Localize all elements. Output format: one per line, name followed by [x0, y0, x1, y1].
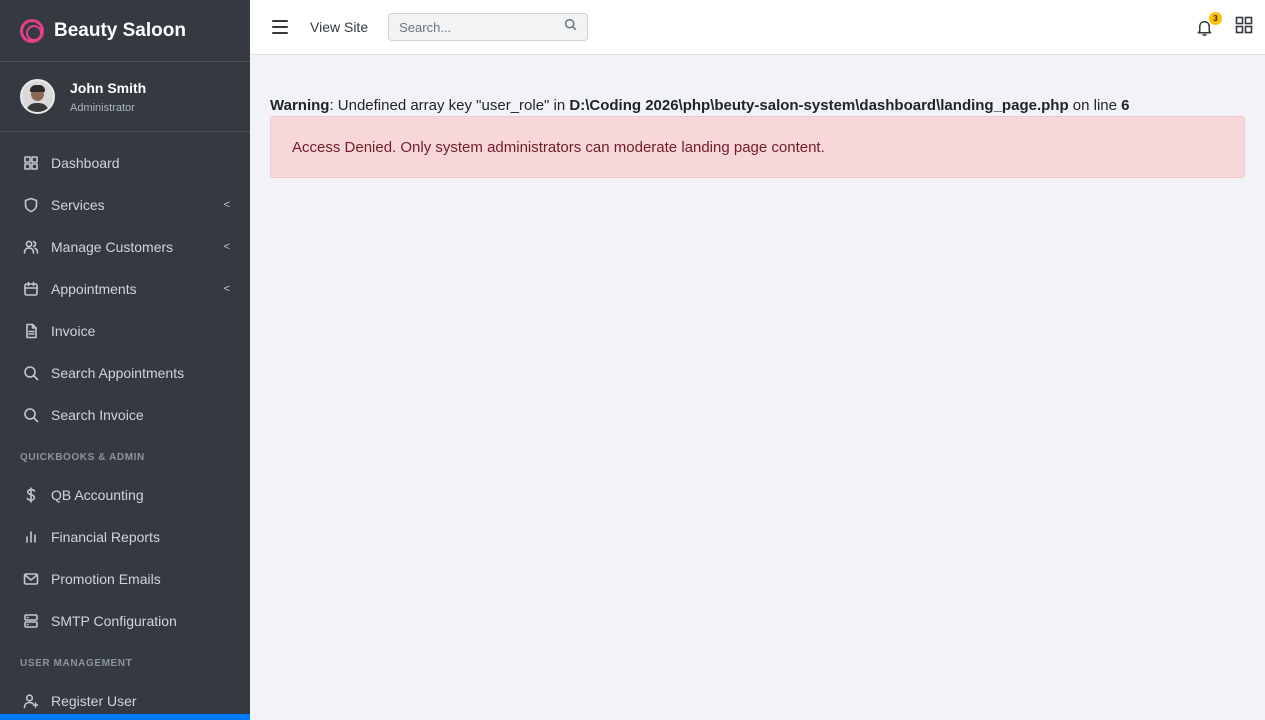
nav-section-header-user-management: USER MANAGEMENT	[20, 657, 133, 669]
search-icon	[23, 365, 39, 381]
sidebar-item-label: Search Invoice	[51, 407, 144, 423]
sidebar-item-label: Promotion Emails	[51, 571, 161, 587]
brand-name: Beauty Saloon	[54, 19, 186, 41]
sidebar-item-label: Register User	[51, 693, 137, 709]
brand-logo-icon	[20, 18, 44, 43]
sidebar-item-label: Search Appointments	[51, 365, 185, 381]
sidebar-item-label: Manage Customers	[51, 239, 174, 255]
apps-grid-icon[interactable]	[1235, 16, 1253, 39]
chevron-left-icon: <	[223, 241, 230, 253]
sidebar-item-label: Appointments	[51, 281, 137, 297]
file-icon	[23, 323, 39, 339]
sidebar-item-manage-customers[interactable]: Manage Customers <	[0, 226, 250, 268]
sidebar-nav: Dashboard Services < Manage Customers < …	[0, 132, 250, 720]
chevron-left-icon: <	[223, 283, 230, 295]
chevron-left-icon: <	[223, 199, 230, 211]
php-warning: Warning: Undefined array key "user_role"…	[270, 96, 1245, 116]
server-icon	[23, 613, 39, 629]
sidebar-item-label: Financial Reports	[51, 529, 160, 545]
sidebar-item-label: Services	[51, 197, 105, 213]
dollar-icon	[23, 487, 39, 503]
sidebar-item-qb-accounting[interactable]: QB Accounting	[0, 474, 250, 516]
avatar	[20, 79, 55, 114]
dashboard-icon	[23, 155, 39, 171]
notification-badge: 3	[1209, 11, 1222, 25]
topbar-right: 3	[1195, 0, 1253, 55]
active-nav-indicator	[0, 714, 250, 720]
user-role: Administrator	[70, 101, 135, 114]
warning-path: D:\Coding 2026\php\beuty-salon-system\da…	[569, 97, 1069, 114]
menu-toggle-icon[interactable]	[272, 20, 288, 34]
search-icon	[23, 407, 39, 423]
view-site-link[interactable]: View Site	[310, 19, 368, 35]
sidebar-item-label: SMTP Configuration	[51, 613, 177, 629]
brand[interactable]: Beauty Saloon	[0, 0, 250, 62]
bell-icon	[1195, 20, 1214, 41]
sidebar-item-dashboard[interactable]: Dashboard	[0, 142, 250, 184]
access-denied-alert: Access Denied. Only system administrator…	[270, 116, 1245, 178]
user-panel[interactable]: John Smith Administrator	[0, 62, 250, 132]
search-input[interactable]	[399, 19, 565, 35]
bar-chart-icon	[23, 529, 39, 545]
sidebar-item-search-appointments[interactable]: Search Appointments	[0, 352, 250, 394]
sidebar-item-label: Invoice	[51, 323, 96, 339]
user-add-icon	[23, 693, 39, 709]
sidebar-item-search-invoice[interactable]: Search Invoice	[0, 394, 250, 436]
notifications-button[interactable]: 3	[1195, 11, 1222, 41]
user-name: John Smith	[70, 79, 147, 96]
warning-line-number: 6	[1121, 97, 1130, 114]
search-icon[interactable]	[564, 18, 577, 36]
mail-icon	[23, 571, 39, 587]
user-info: John Smith Administrator	[70, 80, 146, 114]
topbar: View Site 3	[250, 0, 1265, 55]
sidebar-item-promotion-emails[interactable]: Promotion Emails	[0, 558, 250, 600]
sidebar: Beauty Saloon John Smith Administrator D…	[0, 0, 250, 720]
warning-text-line: on line	[1068, 97, 1122, 114]
sidebar-item-label: QB Accounting	[51, 487, 144, 503]
sidebar-item-appointments[interactable]: Appointments <	[0, 268, 250, 310]
sidebar-item-label: Dashboard	[51, 155, 120, 171]
alert-message: Access Denied. Only system administrator…	[292, 138, 825, 156]
nav-section-header-quickbooks: QUICKBOOKS & ADMIN	[20, 451, 145, 463]
sidebar-item-services[interactable]: Services <	[0, 184, 250, 226]
sidebar-item-invoice[interactable]: Invoice	[0, 310, 250, 352]
sidebar-item-smtp-configuration[interactable]: SMTP Configuration	[0, 600, 250, 642]
warning-label: Warning	[270, 97, 330, 114]
sidebar-item-financial-reports[interactable]: Financial Reports	[0, 516, 250, 558]
search-box[interactable]	[388, 13, 589, 41]
shield-icon	[23, 197, 39, 213]
users-icon	[23, 239, 39, 255]
warning-text: : Undefined array key "user_role" in	[329, 97, 570, 114]
main-content: Warning: Undefined array key "user_role"…	[270, 96, 1245, 178]
calendar-icon	[23, 281, 39, 297]
